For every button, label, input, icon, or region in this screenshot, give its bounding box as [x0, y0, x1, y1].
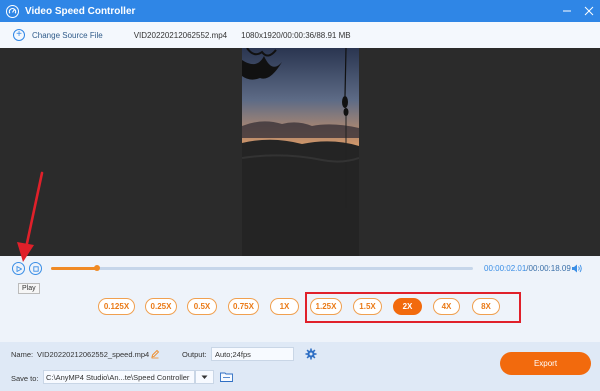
close-icon: [584, 6, 594, 16]
play-tooltip: Play: [18, 283, 40, 294]
bottom-panel: Name: VID20220212062552_speed.mp4 Output…: [0, 342, 600, 391]
volume-icon[interactable]: [571, 263, 583, 274]
save-to-label: Save to:: [11, 374, 39, 383]
stop-button[interactable]: [29, 262, 42, 275]
stop-icon: [32, 265, 39, 272]
source-bar: + Change Source File VID20220212062552.m…: [0, 22, 600, 48]
title-bar: Video Speed Controller: [0, 0, 600, 22]
output-label: Output:: [182, 350, 207, 359]
speed-option-1x[interactable]: 1X: [270, 298, 299, 315]
progress-handle[interactable]: [94, 265, 101, 271]
speed-option-05x[interactable]: 0.5X: [187, 298, 217, 315]
time-display: 00:00:02.01/00:00:18.09: [484, 264, 571, 273]
chevron-down-icon: [201, 375, 208, 379]
current-time: 00:00:02.01: [484, 264, 527, 273]
output-filename: VID20220212062552_speed.mp4: [37, 350, 150, 359]
minimize-button[interactable]: [556, 0, 578, 22]
speed-option-0125x[interactable]: 0.125X: [98, 298, 135, 315]
save-path-dropdown[interactable]: [195, 370, 214, 384]
open-folder-button[interactable]: [219, 370, 233, 383]
playback-controls: 00:00:02.01/00:00:18.09: [0, 256, 600, 282]
source-filename: VID20220212062552.mp4: [133, 30, 228, 40]
gear-icon[interactable]: [305, 348, 317, 360]
speed-option-075x[interactable]: 0.75X: [228, 298, 259, 315]
minimize-icon: [563, 10, 571, 12]
source-file-info: 1080x1920/00:00:36/88.91 MB: [241, 30, 351, 40]
window-title: Video Speed Controller: [25, 5, 136, 17]
speedometer-icon: [6, 4, 19, 18]
play-button[interactable]: [12, 262, 25, 275]
export-button[interactable]: Export: [500, 352, 591, 375]
save-path-field[interactable]: C:\AnyMP4 Studio\An...te\Speed Controlle…: [43, 370, 195, 384]
progress-track[interactable]: [51, 265, 473, 271]
total-time: 00:00:18.09: [528, 264, 571, 273]
add-icon[interactable]: +: [13, 29, 25, 41]
close-button[interactable]: [578, 0, 600, 22]
video-frame: [242, 48, 359, 256]
name-label: Name:: [11, 350, 34, 359]
play-icon: [16, 265, 22, 272]
speed-option-025x[interactable]: 0.25X: [145, 298, 177, 315]
change-source-link[interactable]: Change Source File: [32, 31, 103, 40]
output-format-field[interactable]: Auto;24fps: [211, 347, 294, 361]
speed-highlight-box: [305, 292, 521, 323]
edit-icon[interactable]: [150, 349, 160, 359]
folder-icon: [219, 372, 233, 382]
video-preview: [0, 48, 600, 256]
progress-fill: [51, 267, 98, 270]
